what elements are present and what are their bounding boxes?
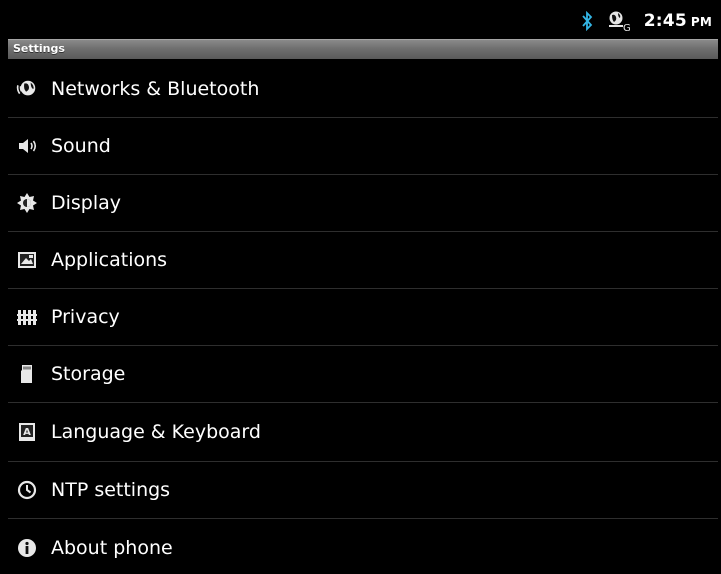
info-icon bbox=[16, 537, 38, 559]
settings-item-label: Sound bbox=[51, 135, 111, 157]
settings-item-applications[interactable]: Applications bbox=[8, 232, 718, 289]
settings-screen: G 2:45 PM Settings Networks & Bluetooth … bbox=[0, 0, 721, 574]
title-bar: Settings bbox=[8, 39, 718, 59]
settings-item-about[interactable]: About phone bbox=[8, 519, 718, 574]
settings-item-label: NTP settings bbox=[51, 479, 171, 501]
settings-item-sound[interactable]: Sound bbox=[8, 118, 718, 175]
settings-item-label: Language & Keyboard bbox=[51, 421, 261, 443]
clock-icon bbox=[16, 479, 38, 501]
brightness-icon bbox=[16, 192, 38, 214]
globe-wireless-icon bbox=[16, 78, 38, 100]
svg-text:A: A bbox=[23, 427, 31, 438]
settings-item-networks[interactable]: Networks & Bluetooth bbox=[8, 61, 718, 118]
gps-icon: G bbox=[606, 10, 632, 32]
settings-item-label: Networks & Bluetooth bbox=[51, 78, 260, 100]
settings-item-privacy[interactable]: Privacy bbox=[8, 289, 718, 346]
settings-item-display[interactable]: Display bbox=[8, 175, 718, 232]
clock-time: 2:45 bbox=[643, 11, 687, 31]
settings-item-language[interactable]: A Language & Keyboard bbox=[8, 403, 718, 462]
settings-list: Networks & Bluetooth Sound Display Appli… bbox=[8, 61, 718, 574]
settings-item-label: About phone bbox=[51, 536, 173, 559]
applications-icon bbox=[16, 249, 38, 271]
page-title: Settings bbox=[13, 42, 65, 55]
sd-card-icon bbox=[16, 363, 38, 385]
settings-item-label: Applications bbox=[51, 249, 168, 271]
keyboard-icon: A bbox=[16, 421, 38, 443]
status-clock: 2:45 PM bbox=[644, 11, 712, 31]
speaker-icon bbox=[16, 135, 38, 157]
clock-ampm: PM bbox=[690, 15, 712, 29]
fence-icon bbox=[16, 306, 38, 328]
status-icons: G 2:45 PM bbox=[580, 4, 712, 38]
settings-item-label: Display bbox=[51, 192, 122, 214]
bluetooth-icon bbox=[580, 11, 594, 31]
settings-item-storage[interactable]: Storage bbox=[8, 346, 718, 403]
svg-text:G: G bbox=[623, 23, 631, 32]
settings-item-ntp[interactable]: NTP settings bbox=[8, 462, 718, 519]
settings-item-label: Storage bbox=[51, 363, 126, 385]
settings-item-label: Privacy bbox=[51, 306, 120, 328]
status-bar: G 2:45 PM bbox=[8, 4, 718, 38]
